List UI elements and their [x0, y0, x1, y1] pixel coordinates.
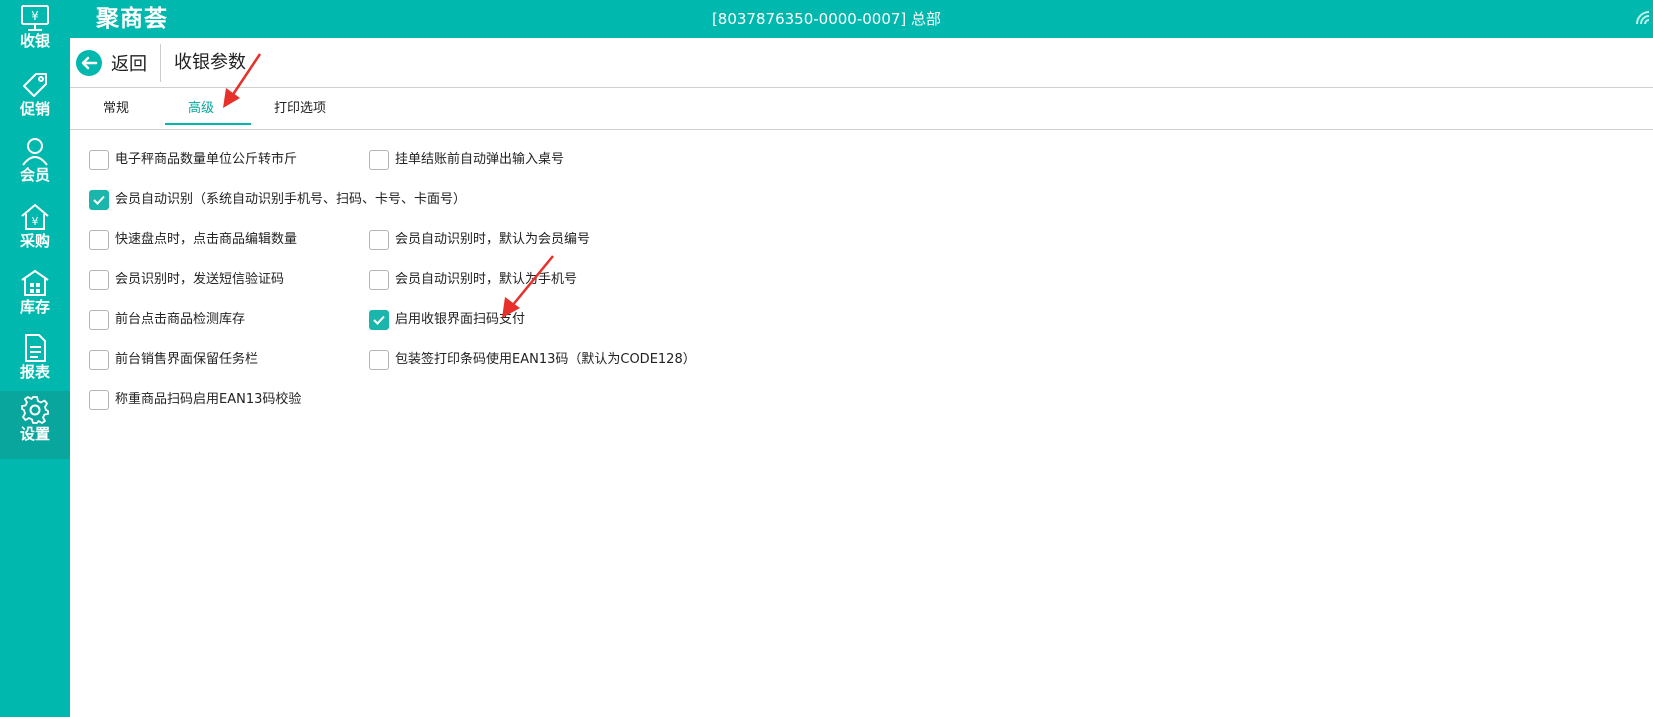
- checkbox[interactable]: [369, 150, 389, 170]
- option-keep-taskbar[interactable]: 前台销售界面保留任务栏: [89, 350, 258, 370]
- option-label: 前台销售界面保留任务栏: [115, 352, 259, 367]
- checkbox[interactable]: [89, 230, 109, 250]
- option-hold-order-table-number[interactable]: 挂单结账前自动弹出输入桌号: [369, 150, 564, 170]
- checkbox[interactable]: [89, 150, 109, 170]
- page-title: 收银参数: [174, 52, 246, 73]
- checkbox[interactable]: [89, 390, 109, 410]
- tab-bar: 常规 高级 打印选项: [70, 89, 1653, 130]
- option-quick-count-edit-qty[interactable]: 快速盘点时，点击商品编辑数量: [89, 230, 297, 250]
- option-label: 电子秤商品数量单位公斤转市斤: [115, 152, 298, 167]
- sidebar-item-label: 促销: [19, 100, 50, 118]
- svg-text:¥: ¥: [32, 215, 39, 228]
- page-header: 返回 收银参数: [70, 38, 1653, 88]
- option-default-phone-number[interactable]: 会员自动识别时，默认为手机号: [369, 270, 577, 290]
- back-arrow-icon: [76, 50, 102, 76]
- sidebar-item-label: 采购: [19, 232, 50, 250]
- option-member-auto-identify[interactable]: 会员自动识别（系统自动识别手机号、扫码、卡号、卡面号）: [89, 190, 466, 210]
- option-label: 包装签打印条码使用EAN13码（默认为CODE128）: [395, 352, 696, 367]
- sidebar-item-label: 报表: [19, 363, 50, 381]
- tab-advanced[interactable]: 高级: [188, 99, 214, 119]
- checkbox-checked[interactable]: [89, 190, 109, 210]
- option-check-stock[interactable]: 前台点击商品检测库存: [89, 310, 245, 330]
- sidebar-item-settings[interactable]: 设置: [0, 391, 70, 459]
- sidebar-item-promotion[interactable]: 促销: [0, 66, 70, 134]
- option-label: 会员自动识别时，默认为会员编号: [395, 232, 591, 247]
- option-label: 会员识别时，发送短信验证码: [115, 272, 285, 287]
- option-label: 称重商品扫码启用EAN13码校验: [115, 392, 302, 407]
- checkbox[interactable]: [89, 310, 109, 330]
- tag-icon: [23, 73, 47, 97]
- tab-print-options[interactable]: 打印选项: [274, 99, 326, 119]
- checkmark-icon: [93, 195, 105, 205]
- checkbox[interactable]: [369, 270, 389, 290]
- active-tab-indicator: [165, 123, 251, 125]
- person-icon: [22, 138, 48, 166]
- gear-icon: [21, 396, 49, 424]
- sidebar-item-label: 库存: [19, 298, 50, 316]
- report-document-icon: [25, 334, 46, 362]
- sidebar-item-member[interactable]: 会员: [0, 132, 70, 200]
- option-label: 前台点击商品检测库存: [115, 312, 246, 327]
- cashier-monitor-icon: ¥: [21, 5, 49, 31]
- checkbox[interactable]: [89, 270, 109, 290]
- option-package-label-ean13[interactable]: 包装签打印条码使用EAN13码（默认为CODE128）: [369, 350, 696, 370]
- sidebar-item-label: 会员: [19, 166, 50, 184]
- option-label: 会员自动识别（系统自动识别手机号、扫码、卡号、卡面号）: [115, 192, 467, 207]
- checkbox[interactable]: [89, 350, 109, 370]
- sidebar: ¥ 收银 促销 会员 ¥ 采购 库存 报表 设置: [0, 0, 70, 717]
- option-label: 会员自动识别时，默认为手机号: [395, 272, 578, 287]
- option-label: 快速盘点时，点击商品编辑数量: [115, 232, 298, 247]
- sidebar-item-cashier[interactable]: ¥ 收银: [0, 0, 70, 68]
- sidebar-item-purchase[interactable]: ¥ 采购: [0, 198, 70, 266]
- warehouse-icon: [21, 269, 49, 296]
- back-button[interactable]: 返回: [75, 48, 147, 78]
- tab-general[interactable]: 常规: [103, 99, 129, 119]
- sidebar-item-report[interactable]: 报表: [0, 329, 70, 397]
- wifi-icon: [1635, 10, 1651, 30]
- sidebar-item-label: 收银: [19, 32, 50, 50]
- option-sms-verify[interactable]: 会员识别时，发送短信验证码: [89, 270, 284, 290]
- header-divider: [160, 44, 161, 82]
- option-scan-pay[interactable]: 启用收银界面扫码支付: [369, 310, 525, 330]
- option-default-member-number[interactable]: 会员自动识别时，默认为会员编号: [369, 230, 590, 250]
- sidebar-item-label: 设置: [19, 425, 50, 443]
- back-label: 返回: [111, 54, 147, 75]
- option-scale-kg-to-jin[interactable]: 电子秤商品数量单位公斤转市斤: [89, 150, 297, 170]
- top-bar: 聚商荟 [8037876350-0000-0007] 总部: [0, 0, 1653, 38]
- option-label: 启用收银界面扫码支付: [395, 312, 526, 327]
- checkbox[interactable]: [369, 350, 389, 370]
- purchase-house-icon: ¥: [21, 203, 49, 230]
- svg-text:¥: ¥: [31, 9, 39, 23]
- checkbox-checked[interactable]: [369, 310, 389, 330]
- option-label: 挂单结账前自动弹出输入桌号: [395, 152, 565, 167]
- checkmark-icon: [373, 315, 385, 325]
- sidebar-item-inventory[interactable]: 库存: [0, 264, 70, 332]
- option-weighed-ean13-check[interactable]: 称重商品扫码启用EAN13码校验: [89, 390, 301, 410]
- checkbox[interactable]: [369, 230, 389, 250]
- store-label: [8037876350-0000-0007] 总部: [711, 10, 942, 28]
